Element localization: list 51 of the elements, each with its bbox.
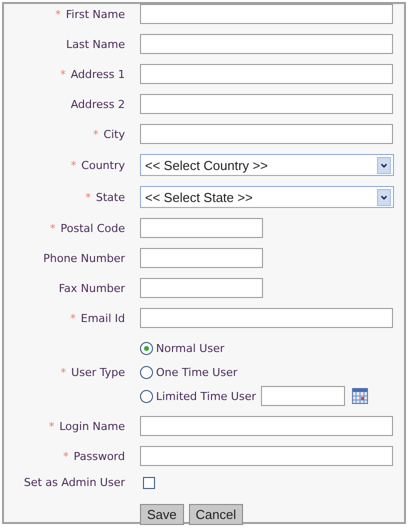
field-label: Postal Code bbox=[60, 222, 125, 234]
calendar-icon[interactable] bbox=[352, 388, 368, 404]
required-mark: * bbox=[85, 190, 91, 204]
field-label: Email Id bbox=[80, 312, 125, 324]
input-field[interactable] bbox=[140, 308, 393, 328]
caret-icon bbox=[377, 156, 391, 174]
field-label: User Type bbox=[71, 366, 125, 378]
field-label: Login Name bbox=[59, 420, 125, 432]
field-label: Address 2 bbox=[70, 98, 125, 110]
field-label: First Name bbox=[66, 8, 125, 20]
radio-button[interactable] bbox=[140, 390, 153, 402]
form-button[interactable]: Save bbox=[140, 504, 184, 525]
required-mark: * bbox=[48, 420, 54, 432]
form-button[interactable]: Cancel bbox=[188, 504, 244, 525]
field-label: Address 1 bbox=[70, 68, 125, 80]
field-label: City bbox=[103, 128, 125, 140]
required-mark: * bbox=[92, 128, 98, 140]
required-mark: * bbox=[55, 8, 61, 20]
input-field[interactable] bbox=[140, 124, 393, 144]
required-mark: * bbox=[60, 68, 66, 80]
input-field[interactable] bbox=[140, 446, 393, 466]
input-field[interactable] bbox=[140, 94, 393, 114]
required-mark: * bbox=[70, 312, 76, 324]
radio-label: Limited Time User bbox=[156, 390, 256, 402]
dropdown[interactable]: << Select State >> bbox=[140, 186, 394, 208]
input-field[interactable] bbox=[140, 218, 263, 238]
date-field[interactable] bbox=[261, 386, 346, 406]
field-label: Fax Number bbox=[58, 282, 125, 294]
required-mark: * bbox=[50, 222, 56, 234]
radio-button[interactable] bbox=[140, 342, 153, 354]
checkbox[interactable] bbox=[143, 476, 155, 488]
input-field[interactable] bbox=[140, 278, 263, 298]
input-field[interactable] bbox=[140, 64, 393, 84]
caret-icon bbox=[377, 188, 391, 206]
field-label: Phone Number bbox=[43, 252, 125, 264]
required-mark: * bbox=[70, 158, 76, 172]
radio-button[interactable] bbox=[140, 366, 153, 378]
field-label: Country bbox=[81, 158, 125, 172]
field-label: State bbox=[96, 190, 125, 204]
field-label: Password bbox=[74, 450, 125, 462]
radio-label: Normal User bbox=[156, 342, 224, 354]
radio-label: One Time User bbox=[156, 366, 238, 378]
field-label: Last Name bbox=[66, 38, 125, 50]
required-mark: * bbox=[63, 450, 69, 462]
input-field[interactable] bbox=[140, 248, 263, 268]
input-field[interactable] bbox=[140, 416, 393, 436]
dropdown[interactable]: << Select Country >> bbox=[140, 154, 394, 176]
required-mark: * bbox=[60, 366, 66, 378]
input-field[interactable] bbox=[140, 4, 393, 24]
input-field[interactable] bbox=[140, 34, 393, 54]
field-label: Set as Admin User bbox=[24, 476, 125, 489]
